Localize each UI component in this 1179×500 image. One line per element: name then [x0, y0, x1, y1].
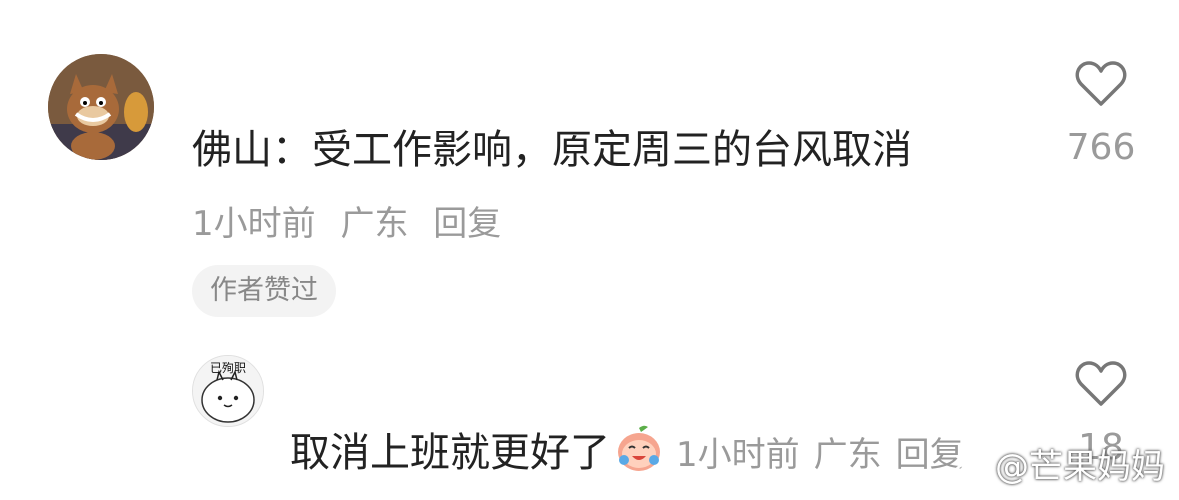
avatar[interactable]: 已殉职: [192, 355, 264, 427]
avatar-caption: 已殉职: [210, 360, 246, 375]
avatar[interactable]: [48, 54, 154, 160]
like-count: 766: [1066, 127, 1136, 168]
comment-meta: 1小时前 广东 回复: [192, 196, 515, 245]
rice-ball-avatar-icon: 已殉职: [193, 356, 263, 426]
comment-time: 1小时前: [676, 435, 800, 475]
weibo-logo-icon: [953, 457, 987, 483]
comment-text: 佛山：受工作影响，原定周三的台风取消: [192, 127, 912, 173]
comment-meta: 1小时前 广东 回复: [676, 435, 978, 475]
watermark-text: @芒果妈妈: [995, 447, 1165, 487]
crying-laughing-peach-emoji-icon: [618, 425, 660, 471]
heart-icon[interactable]: [1075, 360, 1127, 408]
author-liked-badge: 作者赞过: [192, 265, 336, 317]
watermark: @芒果妈妈: [953, 439, 1165, 488]
cartoon-cat-avatar-icon: [48, 54, 154, 160]
reply-button[interactable]: 回复: [433, 204, 501, 244]
comment-text-row: 取消上班就更好了 1小时前 广东 回复: [290, 424, 978, 481]
comment-location: 广东: [340, 204, 409, 244]
comment-time: 1小时前: [192, 204, 316, 244]
heart-icon[interactable]: [1075, 60, 1127, 108]
comment-location: 广东: [813, 435, 882, 475]
comment-text: 取消上班就更好了: [290, 430, 610, 476]
